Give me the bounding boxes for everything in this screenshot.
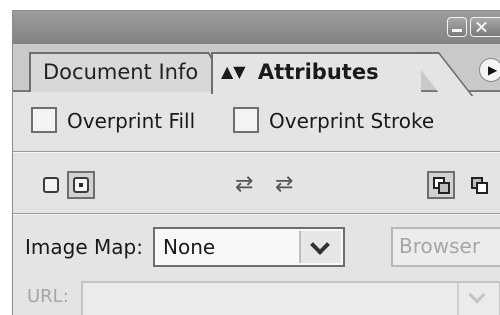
minimize-icon[interactable] <box>447 17 467 37</box>
image-map-row: Image Map: None Browser <box>13 225 500 269</box>
chevron-down-icon[interactable] <box>299 231 341 263</box>
even-odd-fill-icon[interactable] <box>465 171 493 199</box>
image-map-label: Image Map: <box>25 235 143 259</box>
panel-menu-icon[interactable]: ▶ <box>479 58 500 82</box>
chevron-down-icon[interactable] <box>457 283 499 315</box>
url-input[interactable] <box>81 281 500 315</box>
overprint-fill-checkbox[interactable] <box>31 107 57 133</box>
attributes-icon-row: ⇄ ⇄ <box>13 169 500 203</box>
center-point-on-icon[interactable] <box>67 171 95 199</box>
close-icon[interactable] <box>470 17 500 37</box>
divider <box>13 213 500 215</box>
panel-title-bar[interactable] <box>13 11 500 44</box>
overprint-row: Overprint Fill Overprint Stroke <box>13 103 500 141</box>
center-point-off-icon[interactable] <box>43 177 59 193</box>
divider <box>13 151 500 153</box>
tab-strip: Document Info ▲▼ Attributes ▶ <box>13 44 500 94</box>
tab-attributes[interactable]: ▲▼ Attributes <box>211 52 421 94</box>
url-label: URL: <box>27 286 69 307</box>
tab-attributes-label: Attributes <box>257 60 379 84</box>
overprint-fill-label[interactable]: Overprint Fill <box>67 107 195 135</box>
reverse-path-direction-on-icon[interactable]: ⇄ <box>275 171 293 199</box>
url-row: URL: <box>13 277 500 315</box>
browser-button[interactable]: Browser <box>391 227 500 267</box>
attributes-panel: Document Info ▲▼ Attributes ▶ Overprint … <box>12 10 500 315</box>
tab-document-info-label: Document Info <box>43 60 199 84</box>
overprint-stroke-label[interactable]: Overprint Stroke <box>269 107 434 135</box>
tab-document-info[interactable]: Document Info <box>29 52 219 92</box>
image-map-select[interactable]: None <box>153 227 345 267</box>
non-zero-winding-fill-icon[interactable] <box>427 171 455 199</box>
reverse-path-direction-off-icon[interactable]: ⇄ <box>235 171 253 199</box>
overprint-stroke-checkbox[interactable] <box>233 107 259 133</box>
image-map-value: None <box>163 235 216 259</box>
tab-expand-arrows-icon[interactable]: ▲▼ <box>221 54 246 90</box>
